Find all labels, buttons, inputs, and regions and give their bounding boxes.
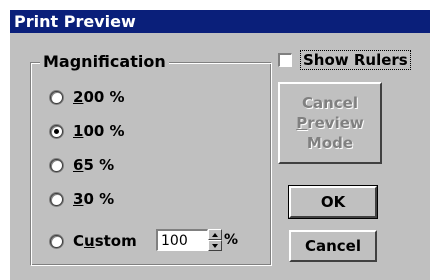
radio-label: 100 % <box>73 122 125 140</box>
spin-up-button[interactable] <box>208 229 222 240</box>
cancel-preview-line1: Cancel <box>301 94 358 112</box>
show-rulers-checkbox[interactable] <box>278 53 292 67</box>
radio-30-percent[interactable]: 30 % <box>50 188 114 210</box>
radio-100-percent[interactable]: 100 % <box>50 120 125 142</box>
radio-custom[interactable]: Custom <box>50 230 137 252</box>
dialog-title: Print Preview <box>10 10 430 33</box>
print-preview-dialog: Print Preview Magnification 200 % 100 % … <box>10 10 430 280</box>
cancel-preview-line3: Mode <box>306 134 354 152</box>
radio-65-percent[interactable]: 65 % <box>50 154 114 176</box>
spin-down-button[interactable] <box>208 240 222 251</box>
percent-unit-label: % <box>224 232 239 248</box>
radio-200-percent[interactable]: 200 % <box>50 86 125 108</box>
cancel-preview-line2: Preview <box>296 114 364 132</box>
radio-indicator[interactable] <box>50 90 63 104</box>
radio-indicator[interactable] <box>50 192 63 206</box>
radio-label: 65 % <box>73 156 115 174</box>
radio-label: Custom <box>73 232 137 250</box>
spinner-buttons <box>208 229 222 251</box>
radio-label: 200 % <box>73 88 125 106</box>
ok-button[interactable]: OK <box>288 185 378 219</box>
radio-indicator[interactable] <box>50 234 63 248</box>
custom-magnification-input[interactable] <box>156 229 208 251</box>
radio-label: 30 % <box>73 190 115 208</box>
cancel-button[interactable]: Cancel <box>289 230 377 262</box>
radio-indicator[interactable] <box>50 124 63 138</box>
radio-indicator[interactable] <box>50 158 63 172</box>
show-rulers-option[interactable]: Show Rulers <box>278 50 411 70</box>
show-rulers-label: Show Rulers <box>300 50 411 70</box>
magnification-label: Magnification <box>40 52 169 72</box>
cancel-preview-mode-button[interactable]: Cancel Preview Mode <box>278 82 382 164</box>
custom-magnification-spinner: % <box>156 229 238 251</box>
